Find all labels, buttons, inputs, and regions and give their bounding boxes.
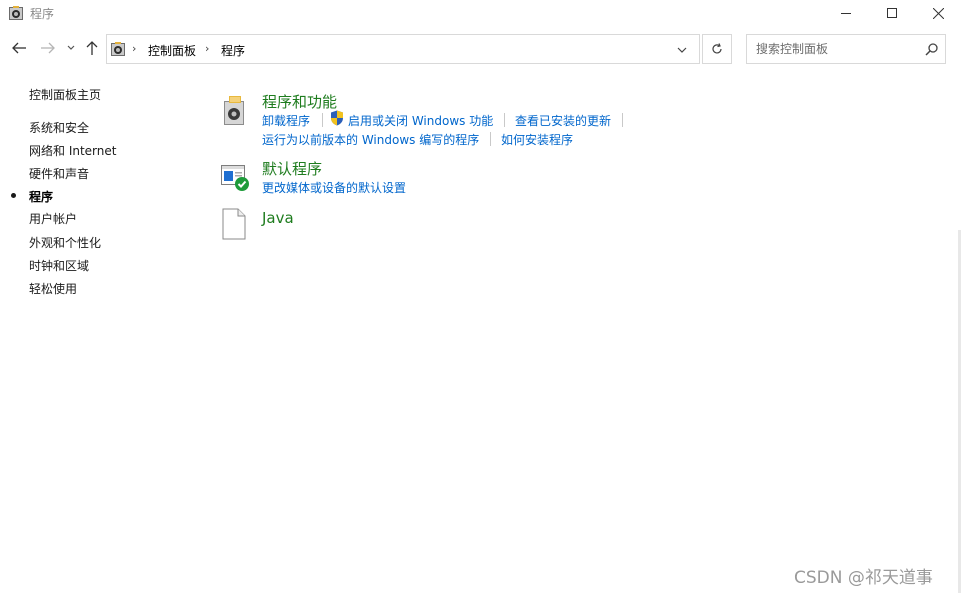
close-button[interactable] [915, 0, 961, 26]
default-programs-title[interactable]: 默认程序 [262, 158, 322, 179]
sidebar-item-programs[interactable]: 程序 [29, 188, 53, 205]
sidebar-item-control-panel-home[interactable]: 控制面板主页 [29, 86, 101, 103]
current-item-bullet [11, 193, 16, 198]
search-input[interactable] [747, 35, 917, 63]
arrow-left-icon [12, 42, 26, 54]
window-title: 程序 [30, 7, 55, 21]
maximize-icon [887, 8, 897, 18]
arrow-right-icon [41, 42, 55, 54]
recent-locations-button[interactable] [64, 38, 78, 58]
uninstall-program-link[interactable]: 卸载程序 [262, 112, 310, 129]
media-defaults-link[interactable]: 更改媒体或设备的默认设置 [262, 179, 406, 196]
programs-features-icon[interactable] [220, 95, 250, 127]
search-icon[interactable] [925, 42, 939, 56]
breadcrumb-programs[interactable]: 程序 [221, 42, 245, 59]
control-panel-icon [111, 42, 125, 56]
breadcrumb-control-panel[interactable]: 控制面板 [148, 42, 196, 59]
chevron-right-icon[interactable]: › [132, 42, 136, 55]
maximize-button[interactable] [869, 0, 915, 26]
chevron-right-icon[interactable]: › [205, 42, 209, 55]
link-divider [622, 113, 623, 127]
search-box[interactable] [746, 34, 946, 64]
close-icon [932, 7, 944, 19]
refresh-button[interactable] [702, 34, 732, 64]
uac-shield-icon [331, 110, 343, 126]
forward-button[interactable] [38, 38, 58, 58]
up-button[interactable] [82, 38, 102, 58]
sidebar-item-user-accounts[interactable]: 用户帐户 [29, 210, 77, 227]
windows-features-link[interactable]: 启用或关闭 Windows 功能 [348, 112, 493, 129]
address-history-dropdown[interactable] [673, 42, 691, 58]
java-file-icon[interactable] [220, 208, 250, 240]
arrow-up-icon [86, 41, 98, 55]
programs-features-title[interactable]: 程序和功能 [262, 91, 337, 112]
back-button[interactable] [9, 38, 29, 58]
minimize-button[interactable] [823, 0, 869, 26]
link-divider [504, 113, 505, 127]
installed-updates-link[interactable]: 查看已安装的更新 [515, 112, 611, 129]
navigation-bar: › 控制面板 › 程序 [0, 31, 961, 65]
default-programs-icon[interactable] [220, 162, 250, 194]
sidebar-item-clock-region[interactable]: 时钟和区域 [29, 257, 89, 274]
chevron-down-icon [677, 47, 687, 53]
watermark: CSDN @祁天道事 [794, 568, 933, 588]
sidebar-item-ease-of-access[interactable]: 轻松使用 [29, 280, 77, 297]
chevron-down-icon [67, 45, 75, 50]
link-divider [322, 113, 323, 127]
how-to-install-link[interactable]: 如何安装程序 [501, 131, 573, 148]
link-divider [490, 132, 491, 146]
minimize-icon [841, 13, 851, 14]
java-title[interactable]: Java [262, 209, 294, 227]
refresh-icon [712, 43, 722, 54]
control-panel-icon [9, 6, 23, 20]
address-bar[interactable]: › 控制面板 › 程序 [106, 34, 700, 64]
sidebar-item-hardware-sound[interactable]: 硬件和声音 [29, 165, 89, 182]
sidebar-item-network-internet[interactable]: 网络和 Internet [29, 142, 116, 159]
compatibility-link[interactable]: 运行为以前版本的 Windows 编写的程序 [262, 131, 479, 148]
sidebar-item-appearance[interactable]: 外观和个性化 [29, 234, 101, 251]
title-bar: 程序 [0, 0, 961, 26]
sidebar-item-system-security[interactable]: 系统和安全 [29, 119, 89, 136]
